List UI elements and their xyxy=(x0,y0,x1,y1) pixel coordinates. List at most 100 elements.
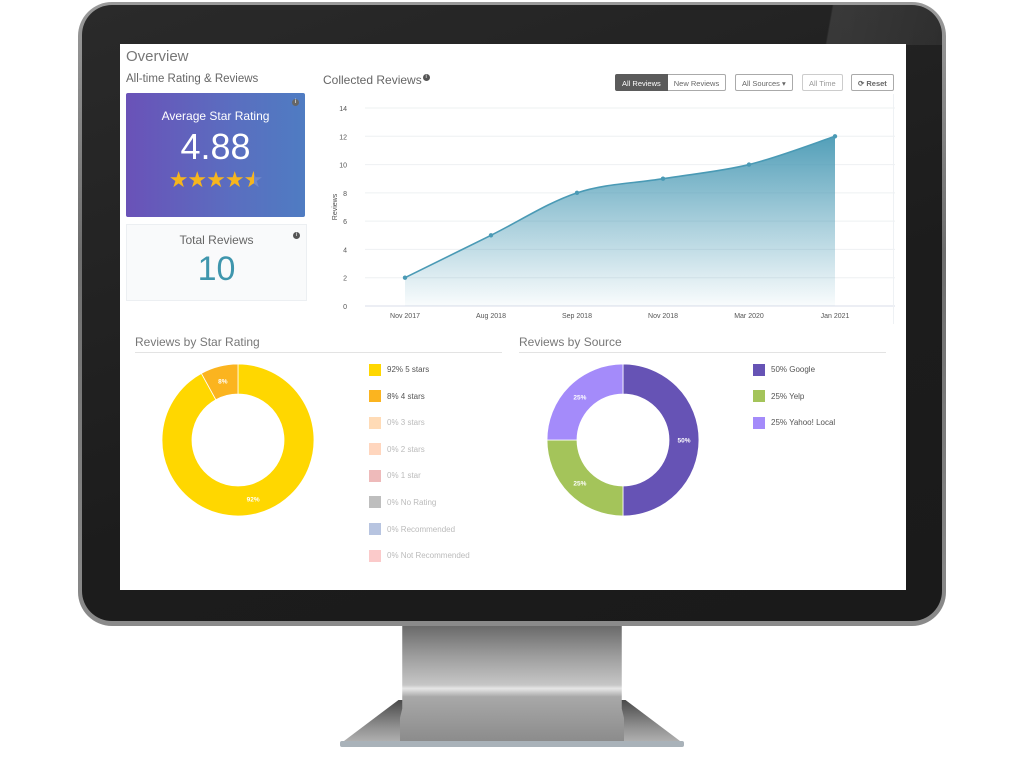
monitor-stand-neck xyxy=(400,626,624,744)
all-reviews-button[interactable]: All Reviews xyxy=(615,74,668,91)
average-rating-value: 4.88 xyxy=(180,126,251,167)
reset-button[interactable]: ⟳ Reset xyxy=(851,74,894,91)
full-stars-icon: ★★★★ xyxy=(168,167,245,192)
y-tick-label: 14 xyxy=(339,106,347,113)
y-tick-label: 0 xyxy=(343,304,347,311)
y-tick-label: 2 xyxy=(343,276,347,283)
legend-item-yahoo-local[interactable]: 25% Yahoo! Local xyxy=(753,416,835,429)
legend-item-1-star[interactable]: 0% 1 star xyxy=(369,469,470,482)
slice-label: 8% xyxy=(218,378,228,385)
legend-swatch xyxy=(369,363,381,376)
x-tick-label: Jan 2021 xyxy=(821,313,850,320)
y-axis-label: Reviews xyxy=(332,193,339,220)
legend-swatch xyxy=(369,469,381,482)
bezel-shine xyxy=(782,5,942,45)
legend-label: 0% 2 stars xyxy=(387,444,425,454)
source-section-title: Reviews by Source xyxy=(519,335,622,349)
x-tick-label: Nov 2017 xyxy=(390,313,420,320)
average-rating-card: i Average Star Rating 4.88 ★★★★★ ★ xyxy=(126,93,305,217)
average-rating-label: Average Star Rating xyxy=(161,109,270,123)
time-filter-group: All Time xyxy=(802,74,843,91)
sources-filter-group: All Sources ▾ xyxy=(735,74,793,91)
legend-label: 0% 1 star xyxy=(387,471,421,481)
slice-label: 50% xyxy=(677,438,690,445)
data-point[interactable] xyxy=(660,176,666,181)
page-title: Overview xyxy=(126,48,189,65)
star-rating-legend: 92% 5 stars 8% 4 stars 0% 3 stars 0% 2 star… xyxy=(369,363,470,576)
info-icon[interactable]: i xyxy=(292,99,299,106)
y-tick-label: 8 xyxy=(343,191,347,198)
data-point[interactable] xyxy=(832,134,838,139)
donut-slice-yelp[interactable] xyxy=(546,439,624,517)
x-tick-label: Nov 2018 xyxy=(648,313,678,320)
legend-label: 0% 3 stars xyxy=(387,418,425,428)
data-point[interactable] xyxy=(402,275,408,280)
slice-label: 25% xyxy=(573,394,586,401)
total-reviews-value: 10 xyxy=(197,250,236,288)
x-tick-label: Aug 2018 xyxy=(476,313,506,320)
x-tick-label: Mar 2020 xyxy=(734,313,764,320)
monitor-stand-base xyxy=(340,741,684,747)
legend-item-3-stars[interactable]: 0% 3 stars xyxy=(369,416,470,429)
data-point[interactable] xyxy=(488,233,494,238)
legend-item-not-recommended[interactable]: 0% Not Recommended xyxy=(369,549,470,562)
collected-reviews-title-text: Collected Reviews xyxy=(323,73,422,87)
all-time-button[interactable]: All Time xyxy=(802,74,843,91)
y-tick-label: 12 xyxy=(339,134,347,141)
legend-item-5-stars[interactable]: 92% 5 stars xyxy=(369,363,470,376)
legend-label: 0% Not Recommended xyxy=(387,551,470,561)
legend-label: 25% Yahoo! Local xyxy=(771,418,836,428)
legend-item-no-rating[interactable]: 0% No Rating xyxy=(369,496,470,509)
donut-slice-yahoo-local[interactable] xyxy=(546,363,624,441)
dashboard-screen: Overview All-time Rating & Reviews i Ave… xyxy=(120,44,906,590)
legend-swatch xyxy=(753,390,765,403)
source-divider xyxy=(519,352,886,353)
data-point[interactable] xyxy=(574,190,580,196)
legend-item-4-stars[interactable]: 8% 4 stars xyxy=(369,390,470,403)
info-icon[interactable]: i xyxy=(293,232,300,239)
legend-label: 50% Google xyxy=(771,365,816,374)
legend-swatch xyxy=(369,416,381,429)
slice-label: 25% xyxy=(573,481,586,488)
reset-group: ⟳ Reset xyxy=(851,74,894,91)
source-donut: 50% 25% 25% xyxy=(546,363,700,517)
star-rating: ★★★★★ ★ xyxy=(126,167,305,193)
review-type-toggle: All Reviews New Reviews xyxy=(615,74,727,91)
legend-swatch xyxy=(369,496,381,509)
y-tick-label: 4 xyxy=(343,247,347,254)
legend-swatch xyxy=(753,416,765,429)
x-tick-label: Sep 2018 xyxy=(562,313,592,320)
legend-item-yelp[interactable]: 25% Yelp xyxy=(753,390,835,403)
all-sources-dropdown[interactable]: All Sources ▾ xyxy=(735,74,793,91)
star-rating-donut: 92% 8% xyxy=(161,363,315,517)
legend-label: 92% 5 stars xyxy=(387,365,430,374)
legend-label: 0% Recommended xyxy=(387,524,456,534)
legend-swatch xyxy=(369,390,381,403)
chart-right-border xyxy=(893,94,894,324)
legend-item-recommended[interactable]: 0% Recommended xyxy=(369,523,470,536)
half-star-icon: ★ ★ xyxy=(243,167,264,193)
legend-label: 25% Yelp xyxy=(771,391,805,401)
y-tick-label: 6 xyxy=(343,219,347,226)
legend-label: 0% No Rating xyxy=(387,497,437,507)
collected-reviews-title: Collected Reviews i xyxy=(323,73,430,87)
collected-reviews-chart: 0 2 4 6 8 10 12 14 Reviews Nov 2017 Aug 2018 Sep 20… xyxy=(332,106,895,320)
source-legend: 50% Google 25% Yelp 25% Yahoo! Local xyxy=(753,363,835,443)
y-tick-label: 10 xyxy=(339,163,347,170)
info-icon[interactable]: i xyxy=(422,74,430,81)
new-reviews-button[interactable]: New Reviews xyxy=(667,74,727,91)
data-point[interactable] xyxy=(746,162,752,167)
section-heading-all-time: All-time Rating & Reviews xyxy=(126,73,259,85)
total-reviews-label: Total Reviews xyxy=(179,233,254,247)
legend-swatch xyxy=(753,363,765,376)
star-rating-divider xyxy=(135,352,502,353)
legend-swatch xyxy=(369,523,381,536)
total-reviews-card: i Total Reviews 10 xyxy=(126,224,307,301)
legend-item-google[interactable]: 50% Google xyxy=(753,363,835,376)
legend-item-2-stars[interactable]: 0% 2 stars xyxy=(369,443,470,456)
half-star-fg: ★ xyxy=(243,167,254,192)
legend-label: 8% 4 stars xyxy=(387,391,425,401)
star-rating-section-title: Reviews by Star Rating xyxy=(135,335,260,349)
legend-swatch xyxy=(369,549,381,562)
legend-swatch xyxy=(369,443,381,456)
